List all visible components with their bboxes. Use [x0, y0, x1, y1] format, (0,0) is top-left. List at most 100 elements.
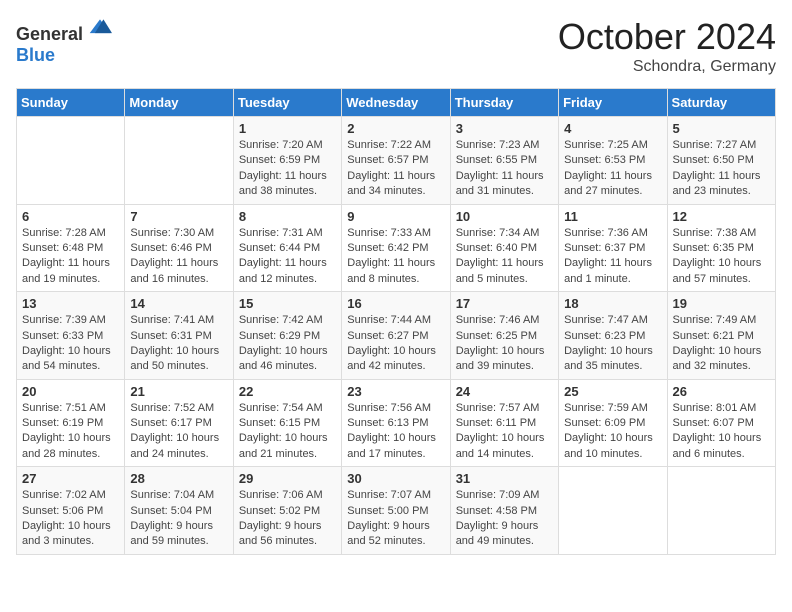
day-number: 7 [130, 209, 227, 224]
calendar-cell: 14 Sunrise: 7:41 AMSunset: 6:31 PMDayligh… [125, 292, 233, 380]
calendar-cell [667, 467, 775, 555]
weekday-header-friday: Friday [559, 89, 667, 117]
weekday-header-saturday: Saturday [667, 89, 775, 117]
cell-content: Sunrise: 7:54 AMSunset: 6:15 PMDaylight:… [239, 401, 336, 463]
calendar-cell: 30 Sunrise: 7:07 AMSunset: 5:00 PMDayligh… [342, 467, 450, 555]
day-number: 21 [130, 384, 227, 399]
cell-content: Sunrise: 7:51 AMSunset: 6:19 PMDaylight:… [22, 401, 119, 463]
day-number: 28 [130, 471, 227, 486]
day-number: 22 [239, 384, 336, 399]
weekday-header-thursday: Thursday [450, 89, 558, 117]
cell-content: Sunrise: 7:06 AMSunset: 5:02 PMDaylight:… [239, 488, 336, 550]
calendar-cell: 5 Sunrise: 7:27 AMSunset: 6:50 PMDaylight… [667, 117, 775, 205]
calendar-cell: 18 Sunrise: 7:47 AMSunset: 6:23 PMDayligh… [559, 292, 667, 380]
weekday-header-row: SundayMondayTuesdayWednesdayThursdayFrid… [17, 89, 776, 117]
calendar-cell: 20 Sunrise: 7:51 AMSunset: 6:19 PMDayligh… [17, 379, 125, 467]
weekday-header-monday: Monday [125, 89, 233, 117]
day-number: 26 [673, 384, 770, 399]
calendar-cell [559, 467, 667, 555]
cell-content: Sunrise: 7:52 AMSunset: 6:17 PMDaylight:… [130, 401, 227, 463]
day-number: 17 [456, 296, 553, 311]
location-title: Schondra, Germany [558, 58, 776, 76]
week-row-5: 27 Sunrise: 7:02 AMSunset: 5:06 PMDayligh… [17, 467, 776, 555]
day-number: 19 [673, 296, 770, 311]
cell-content: Sunrise: 7:09 AMSunset: 4:58 PMDaylight:… [456, 488, 553, 550]
cell-content: Sunrise: 7:39 AMSunset: 6:33 PMDaylight:… [22, 313, 119, 375]
calendar-cell: 11Sunrise: 7:36 AMSunset: 6:37 PMDayligh… [559, 204, 667, 292]
calendar-cell: 19 Sunrise: 7:49 AMSunset: 6:21 PMDayligh… [667, 292, 775, 380]
cell-content: Sunrise: 7:59 AMSunset: 6:09 PMDaylight:… [564, 401, 661, 463]
month-title: October 2024 [558, 16, 776, 58]
day-number: 8 [239, 209, 336, 224]
cell-content: Sunrise: 7:02 AMSunset: 5:06 PMDaylight:… [22, 488, 119, 550]
cell-content: Sunrise: 7:33 AMSunset: 6:42 PMDaylight:… [347, 226, 444, 288]
calendar-cell: 7Sunrise: 7:30 AMSunset: 6:46 PMDaylight… [125, 204, 233, 292]
calendar-cell: 31 Sunrise: 7:09 AMSunset: 4:58 PMDayligh… [450, 467, 558, 555]
cell-content: Sunrise: 7:27 AMSunset: 6:50 PMDaylight:… [673, 138, 770, 200]
cell-content: Sunrise: 7:57 AMSunset: 6:11 PMDaylight:… [456, 401, 553, 463]
cell-content: Sunrise: 7:56 AMSunset: 6:13 PMDaylight:… [347, 401, 444, 463]
weekday-header-wednesday: Wednesday [342, 89, 450, 117]
cell-content: Sunrise: 7:41 AMSunset: 6:31 PMDaylight:… [130, 313, 227, 375]
weekday-header-sunday: Sunday [17, 89, 125, 117]
day-number: 9 [347, 209, 444, 224]
calendar-cell: 13 Sunrise: 7:39 AMSunset: 6:33 PMDayligh… [17, 292, 125, 380]
cell-content: Sunrise: 7:20 AMSunset: 6:59 PMDaylight:… [239, 138, 336, 200]
day-number: 4 [564, 121, 661, 136]
cell-content: Sunrise: 7:28 AMSunset: 6:48 PMDaylight:… [22, 226, 119, 288]
calendar-cell: 16 Sunrise: 7:44 AMSunset: 6:27 PMDayligh… [342, 292, 450, 380]
title-area: October 2024 Schondra, Germany [558, 16, 776, 76]
calendar-cell: 21 Sunrise: 7:52 AMSunset: 6:17 PMDayligh… [125, 379, 233, 467]
logo-icon [88, 16, 112, 40]
day-number: 29 [239, 471, 336, 486]
day-number: 25 [564, 384, 661, 399]
day-number: 15 [239, 296, 336, 311]
day-number: 11 [564, 209, 661, 224]
page-header: General Blue October 2024 Schondra, Germ… [16, 16, 776, 76]
cell-content: Sunrise: 7:47 AMSunset: 6:23 PMDaylight:… [564, 313, 661, 375]
day-number: 30 [347, 471, 444, 486]
day-number: 12 [673, 209, 770, 224]
week-row-4: 20 Sunrise: 7:51 AMSunset: 6:19 PMDayligh… [17, 379, 776, 467]
calendar-cell: 6 Sunrise: 7:28 AMSunset: 6:48 PMDaylight… [17, 204, 125, 292]
cell-content: Sunrise: 7:31 AMSunset: 6:44 PMDaylight:… [239, 226, 336, 288]
calendar-cell: 2 Sunrise: 7:22 AMSunset: 6:57 PMDaylight… [342, 117, 450, 205]
day-number: 13 [22, 296, 119, 311]
cell-content: Sunrise: 8:01 AMSunset: 6:07 PMDaylight:… [673, 401, 770, 463]
logo-blue: Blue [16, 45, 55, 65]
day-number: 1 [239, 121, 336, 136]
day-number: 24 [456, 384, 553, 399]
calendar-cell: 9 Sunrise: 7:33 AMSunset: 6:42 PMDaylight… [342, 204, 450, 292]
cell-content: Sunrise: 7:34 AMSunset: 6:40 PMDaylight:… [456, 226, 553, 288]
cell-content: Sunrise: 7:22 AMSunset: 6:57 PMDaylight:… [347, 138, 444, 200]
day-number: 20 [22, 384, 119, 399]
day-number: 5 [673, 121, 770, 136]
calendar-cell: 23Sunrise: 7:56 AMSunset: 6:13 PMDayligh… [342, 379, 450, 467]
day-number: 10 [456, 209, 553, 224]
cell-content: Sunrise: 7:44 AMSunset: 6:27 PMDaylight:… [347, 313, 444, 375]
logo-general: General [16, 24, 83, 44]
week-row-2: 6 Sunrise: 7:28 AMSunset: 6:48 PMDaylight… [17, 204, 776, 292]
cell-content: Sunrise: 7:23 AMSunset: 6:55 PMDaylight:… [456, 138, 553, 200]
day-number: 16 [347, 296, 444, 311]
week-row-1: 1 Sunrise: 7:20 AMSunset: 6:59 PMDaylight… [17, 117, 776, 205]
day-number: 27 [22, 471, 119, 486]
cell-content: Sunrise: 7:25 AMSunset: 6:53 PMDaylight:… [564, 138, 661, 200]
day-number: 6 [22, 209, 119, 224]
day-number: 31 [456, 471, 553, 486]
cell-content: Sunrise: 7:07 AMSunset: 5:00 PMDaylight:… [347, 488, 444, 550]
calendar-cell: 12 Sunrise: 7:38 AMSunset: 6:35 PMDayligh… [667, 204, 775, 292]
cell-content: Sunrise: 7:04 AMSunset: 5:04 PMDaylight:… [130, 488, 227, 550]
calendar-cell: 25 Sunrise: 7:59 AMSunset: 6:09 PMDayligh… [559, 379, 667, 467]
cell-content: Sunrise: 7:49 AMSunset: 6:21 PMDaylight:… [673, 313, 770, 375]
cell-content: Sunrise: 7:38 AMSunset: 6:35 PMDaylight:… [673, 226, 770, 288]
calendar-cell: 28 Sunrise: 7:04 AMSunset: 5:04 PMDayligh… [125, 467, 233, 555]
calendar-cell: 17 Sunrise: 7:46 AMSunset: 6:25 PMDayligh… [450, 292, 558, 380]
day-number: 14 [130, 296, 227, 311]
day-number: 3 [456, 121, 553, 136]
calendar-cell [125, 117, 233, 205]
cell-content: Sunrise: 7:46 AMSunset: 6:25 PMDaylight:… [456, 313, 553, 375]
day-number: 2 [347, 121, 444, 136]
day-number: 18 [564, 296, 661, 311]
cell-content: Sunrise: 7:42 AMSunset: 6:29 PMDaylight:… [239, 313, 336, 375]
